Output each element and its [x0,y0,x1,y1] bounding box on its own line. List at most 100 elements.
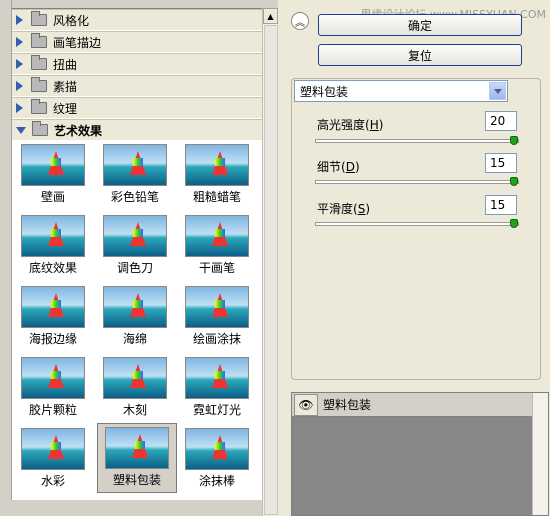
effect-layers-panel: 👁 塑料包装 [291,392,549,516]
thumb-image [185,357,249,399]
thumb-label: 胶片颗粒 [28,403,77,417]
highlight-strength-input[interactable]: 20 [485,111,517,131]
filter-thumb-rough-pastels[interactable]: 粗糙蜡笔 [182,141,252,207]
thumb-label: 水彩 [40,474,65,488]
category-label: 扭曲 [53,57,78,72]
thumb-image [21,357,85,399]
filter-thumb-fresco[interactable]: 壁画 [18,141,88,207]
filter-browser: 风格化 画笔描边 扭曲 素描 纹理 艺术效果 壁画 彩色铅笔 粗糙蜡笔 底纹效果… [0,0,278,516]
filter-thumb-cutout[interactable]: 木刻 [100,354,170,420]
filter-select-value: 塑料包装 [300,84,349,99]
chevron-down-icon[interactable] [489,82,506,100]
thumb-image [21,286,85,328]
folder-icon [31,55,47,70]
collapse-browser-icon[interactable]: ︽ [291,12,309,30]
category-artistic[interactable]: 艺术效果 [12,119,262,141]
collapse-triangle-icon[interactable] [16,126,26,134]
thumb-label: 塑料包装 [112,473,161,487]
category-distort[interactable]: 扭曲 [12,53,262,75]
filter-thumb-dry-brush[interactable]: 干画笔 [182,212,252,278]
smoothness-slider[interactable] [315,219,519,228]
effect-layer-name: 塑料包装 [323,398,372,412]
folder-icon [31,99,47,114]
filter-select[interactable]: 塑料包装 [294,80,508,102]
layers-scrollbar[interactable] [532,393,548,515]
filter-thumbnail-grid: 壁画 彩色铅笔 粗糙蜡笔 底纹效果 调色刀 干画笔 海报边缘 海绵 绘画涂抹 胶… [12,141,262,516]
category-texture[interactable]: 纹理 [12,97,262,119]
category-label: 风格化 [53,13,90,28]
thumb-label: 涂抹棒 [198,474,235,488]
param-hotkey: H [369,118,379,132]
param-label-text: 高光强度 [317,118,366,132]
effect-layer-row[interactable]: 👁 塑料包装 [292,393,548,417]
filter-thumb-underpainting[interactable]: 底纹效果 [18,212,88,278]
smoothness-input[interactable]: 15 [485,195,517,215]
filter-thumb-watercolor[interactable]: 水彩 [18,425,88,491]
filter-thumb-film-grain[interactable]: 胶片颗粒 [18,354,88,420]
thumb-label: 霓虹灯光 [192,403,241,417]
filter-category-list: 风格化 画笔描边 扭曲 素描 纹理 艺术效果 壁画 彩色铅笔 粗糙蜡笔 底纹效果… [12,8,262,516]
thumb-image [21,144,85,186]
category-stylize[interactable]: 风格化 [12,9,262,31]
slider-knob[interactable] [510,177,518,186]
browser-scrollbar[interactable]: ▲ [262,8,278,516]
slider-knob[interactable] [510,219,518,228]
thumb-image [103,144,167,186]
filter-thumb-paint-daubs[interactable]: 绘画涂抹 [182,283,252,349]
expand-triangle-icon[interactable] [16,15,23,25]
param-label-text: 细节 [317,160,342,174]
thumb-image [185,286,249,328]
detail-slider[interactable] [315,177,519,186]
expand-triangle-icon[interactable] [16,103,23,113]
browser-bottom-strip [0,500,262,516]
thumb-label: 木刻 [122,403,147,417]
thumb-label: 海报边缘 [28,332,77,346]
thumb-image [185,144,249,186]
filter-thumb-sponge[interactable]: 海绵 [100,283,170,349]
expand-triangle-icon[interactable] [16,81,23,91]
filter-thumb-plastic-wrap[interactable]: 塑料包装 [97,423,177,493]
thumb-label: 海绵 [122,332,147,346]
filter-settings-panel: 思缘设计论坛 www.MISSYUAN.COM ︽ 确定 复位 塑料包装 高光强… [279,0,550,516]
thumb-image [103,357,167,399]
scrollbar-thumb[interactable] [264,25,278,515]
folder-icon [31,77,47,92]
thumb-label: 粗糙蜡笔 [192,190,241,204]
expand-triangle-icon[interactable] [16,37,23,47]
category-brush-strokes[interactable]: 画笔描边 [12,31,262,53]
param-label-text: 平滑度 [317,202,354,216]
highlight-strength-slider[interactable] [315,136,519,145]
scroll-up-icon[interactable]: ▲ [263,8,278,24]
category-label: 艺术效果 [54,123,103,138]
ok-button[interactable]: 确定 [318,14,522,36]
detail-input[interactable]: 15 [485,153,517,173]
filter-thumb-poster-edges[interactable]: 海报边缘 [18,283,88,349]
category-label: 纹理 [53,101,78,116]
filter-thumb-smudge-stick[interactable]: 涂抹棒 [182,425,252,491]
filter-thumb-palette-knife[interactable]: 调色刀 [100,212,170,278]
thumb-image [185,428,249,470]
filter-thumb-neon-glow[interactable]: 霓虹灯光 [182,354,252,420]
thumb-label: 彩色铅笔 [110,190,159,204]
reset-button[interactable]: 复位 [318,44,522,66]
eye-icon[interactable]: 👁 [294,393,318,416]
param-hotkey: D [345,160,355,174]
category-label: 素描 [53,79,78,94]
thumb-image [103,215,167,257]
category-label: 画笔描边 [53,35,102,50]
param-hotkey: S [357,202,366,216]
slider-knob[interactable] [510,136,518,145]
thumb-image [185,215,249,257]
category-sketch[interactable]: 素描 [12,75,262,97]
thumb-label: 绘画涂抹 [192,332,241,346]
thumb-label: 底纹效果 [28,261,77,275]
param-label-detail: 细节(D) [317,160,360,174]
browser-left-edge [0,0,12,516]
folder-icon [31,11,47,26]
filter-thumb-colored-pencil[interactable]: 彩色铅笔 [100,141,170,207]
expand-triangle-icon[interactable] [16,59,23,69]
thumb-image [21,428,85,470]
thumb-image [21,215,85,257]
thumb-image [103,286,167,328]
param-label-smoothness: 平滑度(S) [317,202,371,216]
